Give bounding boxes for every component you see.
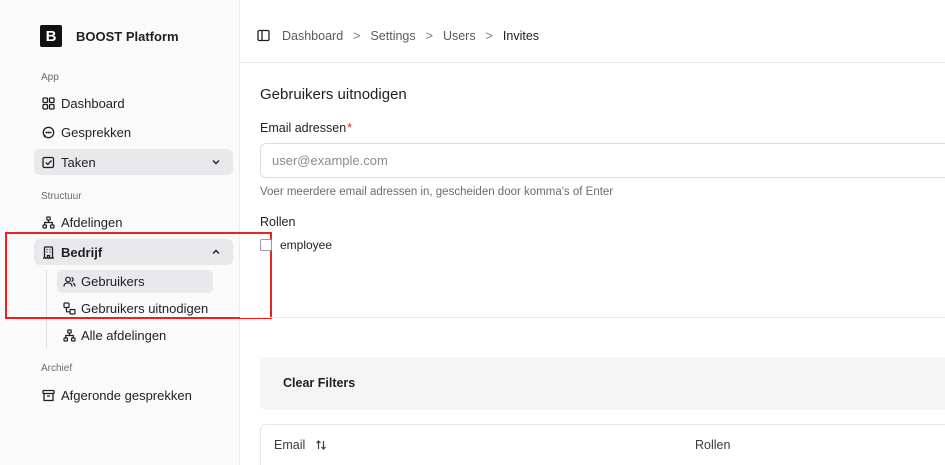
sidebar-item-label: Taken [61,154,96,170]
section-label-structuur: Structuur [41,191,82,202]
sidebar-item-afdelingen[interactable]: Afdelingen [34,209,233,235]
role-checkbox[interactable] [260,239,272,251]
breadcrumb-users[interactable]: Users [443,29,476,43]
role-label: employee [280,238,333,252]
email-field[interactable] [260,143,945,178]
brand-name: BOOST Platform [76,28,179,44]
sidebar-subitem-alle-afdelingen[interactable]: Alle afdelingen [57,324,213,347]
sidebar-subitem-label: Gebruikers uitnodigen [81,301,209,316]
sidebar-item-label: Bedrijf [61,244,103,260]
section-label-app: App [41,72,59,83]
sidebar-item-taken[interactable]: Taken [34,149,233,175]
sidebar-item-label: Afgeronde gesprekken [61,387,192,403]
building-icon [41,245,55,259]
sidebar-item-label: Afdelingen [61,214,123,230]
clear-filters-button[interactable]: Clear Filters [283,376,355,390]
invites-table-header: Email Rollen [260,424,945,465]
users-icon [62,275,76,289]
org-chart-icon [41,215,55,229]
breadcrumb-settings[interactable]: Settings [370,29,415,43]
brand-logo: B [40,25,62,47]
topbar: Dashboard > Settings > Users > Invites [240,0,945,63]
sidebar-item-label: Dashboard [61,95,125,111]
sidebar-subitem-gebruikers-uitnodigen[interactable]: Gebruikers uitnodigen [57,297,213,320]
email-helper-text: Voer meerdere email adressen in, geschei… [260,186,614,198]
section-label-archief: Archief [41,363,73,374]
sidebar-subitem-gebruikers[interactable]: Gebruikers [57,270,213,293]
sidebar-toggle-icon[interactable] [257,29,271,43]
page-title: Gebruikers uitnodigen [260,86,407,103]
sidebar: B BOOST Platform App Dashboard Gesprekke… [0,0,240,465]
chevron-down-icon[interactable] [209,155,223,169]
email-label-text: Email adressen [260,121,347,135]
chat-icon [41,125,55,139]
chevron-right-icon: > [485,29,493,43]
breadcrumb: Dashboard > Settings > Users > Invites [257,29,539,43]
roles-label: Rollen [260,215,296,229]
column-header-email[interactable]: Email [274,438,327,452]
column-header-rollen[interactable]: Rollen [695,438,730,452]
chevron-up-icon[interactable] [209,245,223,259]
sort-icon[interactable] [315,439,327,451]
org-chart-icon [62,329,76,343]
section-divider [240,317,945,318]
checkbox-icon [41,155,55,169]
brand[interactable]: B BOOST Platform [40,25,179,47]
submenu-guide-line [46,270,47,348]
archive-icon [41,388,55,402]
email-label: Email adressen* [260,121,352,135]
role-option-employee[interactable]: employee [260,238,332,252]
sidebar-item-gesprekken[interactable]: Gesprekken [34,119,233,145]
filters-bar: Clear Filters [260,357,945,410]
invite-users-icon [62,302,76,316]
sidebar-subitem-label: Gebruikers [81,274,145,289]
sidebar-item-label: Gesprekken [61,124,132,140]
sidebar-item-dashboard[interactable]: Dashboard [34,90,233,116]
required-mark: * [347,121,353,135]
sidebar-item-afgeronde-gesprekken[interactable]: Afgeronde gesprekken [34,382,233,408]
breadcrumb-invites: Invites [502,29,540,43]
sidebar-item-bedrijf[interactable]: Bedrijf [34,239,233,265]
column-header-email-label: Email [274,438,306,452]
chevron-right-icon: > [425,29,433,43]
grid-icon [41,96,55,110]
chevron-right-icon: > [353,29,361,43]
breadcrumb-dashboard[interactable]: Dashboard [282,29,343,43]
sidebar-subitem-label: Alle afdelingen [81,328,167,343]
